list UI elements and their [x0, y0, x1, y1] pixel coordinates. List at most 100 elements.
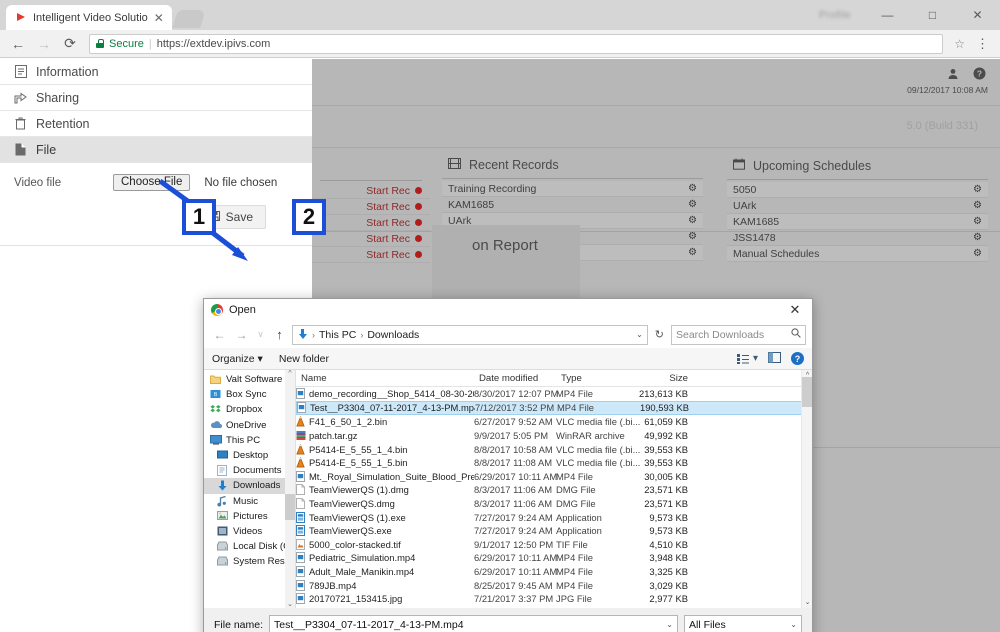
- file-type-value: All Files: [689, 618, 726, 631]
- view-options-button[interactable]: ▾: [736, 353, 758, 364]
- exe-file-icon: [296, 511, 305, 523]
- table-row[interactable]: 789JB.mp4 8/25/2017 9:45 AM MP4 File 3,029 …: [296, 578, 812, 592]
- tree-item-box-sync[interactable]: B Box Sync: [204, 387, 295, 402]
- tree-item-videos[interactable]: Videos: [204, 524, 295, 539]
- file-type: MP4 File: [556, 388, 593, 400]
- address-bar[interactable]: Secure | https://extdev.ipivs.com: [89, 33, 944, 54]
- close-window-button[interactable]: ✕: [955, 0, 1000, 30]
- documents-icon: [217, 465, 228, 477]
- back-icon[interactable]: ←: [6, 32, 30, 56]
- table-row[interactable]: patch.tar.gz 9/9/2017 5:05 PM WinRAR archi…: [296, 429, 812, 443]
- dmg-file-icon: [296, 498, 305, 510]
- column-header-date[interactable]: Date modified: [474, 373, 556, 384]
- filename-input[interactable]: Test__P3304_07-11-2017_4-13-PM.mp4 ⌄: [269, 615, 678, 632]
- column-header-type[interactable]: Type: [556, 373, 634, 384]
- table-row[interactable]: Adult_Male_Manikin.mp4 6/29/2017 10:11 AM…: [296, 565, 812, 579]
- file-type-filter[interactable]: All Files ⌄: [684, 615, 802, 632]
- tree-item-this-pc[interactable]: This PC: [204, 433, 295, 448]
- tree-item-valt-software[interactable]: Valt Software: [204, 372, 295, 387]
- tree-scroll-thumb[interactable]: [285, 493, 295, 520]
- table-row[interactable]: TeamViewerQS (1).exe 7/27/2017 9:24 AM App…: [296, 510, 812, 524]
- browser-tab[interactable]: Intelligent Video Solutio ✕: [6, 5, 172, 30]
- table-row[interactable]: TeamViewerQS.dmg 8/3/2017 11:06 AM DMG Fil…: [296, 497, 812, 511]
- file-date: 6/29/2017 10:11 AM: [474, 552, 558, 564]
- file-date: 8/25/2017 9:45 AM: [474, 579, 553, 591]
- profile-name[interactable]: Profile: [819, 10, 851, 21]
- tree-item-documents[interactable]: Documents: [204, 463, 295, 478]
- tree-scrollbar[interactable]: ^ ⌄: [285, 370, 295, 608]
- file-size: 3,948 KB: [649, 552, 688, 564]
- tree-item-system-reserved[interactable]: System Reserved: [204, 554, 295, 569]
- dialog-close-icon[interactable]: ✕: [778, 299, 812, 321]
- tree-item-onedrive[interactable]: OneDrive: [204, 418, 295, 433]
- bookmark-star-icon[interactable]: ☆: [950, 37, 969, 51]
- file-type: DMG File: [556, 498, 596, 510]
- file-date: 9/9/2017 5:05 PM: [474, 430, 549, 442]
- dialog-back-icon[interactable]: ←: [210, 325, 229, 344]
- tif-file-icon: [296, 538, 305, 550]
- tree-item-label: OneDrive: [226, 419, 267, 431]
- file-name: 5000_color-stacked.tif: [309, 538, 401, 550]
- desktop-icon: [217, 450, 228, 461]
- maximize-button[interactable]: □: [910, 0, 955, 30]
- dialog-help-icon[interactable]: ?: [791, 352, 804, 365]
- tree-scroll-down-icon[interactable]: ⌄: [287, 600, 293, 608]
- dialog-up-icon[interactable]: ↑: [270, 325, 289, 344]
- new-tab-button[interactable]: [171, 10, 206, 28]
- column-header-name[interactable]: Name: [296, 373, 474, 384]
- file-scroll-thumb[interactable]: [802, 377, 812, 408]
- table-row[interactable]: P5414-E_5_55_1_4.bin 8/8/2017 10:58 AM VLC…: [296, 442, 812, 456]
- table-row[interactable]: Test__P3304_07-11-2017_4-13-PM.mp4 7/12/2…: [296, 400, 812, 416]
- tab-close-icon[interactable]: ✕: [154, 12, 164, 24]
- table-row[interactable]: TeamViewerQS (1).dmg 8/3/2017 11:06 AM DMG…: [296, 483, 812, 497]
- file-type-caret-icon[interactable]: ⌄: [790, 620, 797, 629]
- table-row[interactable]: F41_6_50_1_2.bin 6/27/2017 9:52 AM VLC med…: [296, 415, 812, 429]
- file-size: 9,573 KB: [649, 525, 688, 537]
- chrome-menu-icon[interactable]: ⋮: [971, 37, 994, 50]
- refresh-icon[interactable]: ↻: [651, 328, 668, 341]
- reload-icon[interactable]: ⟳: [58, 32, 82, 56]
- tree-item-label: Pictures: [233, 510, 268, 522]
- file-scroll-down-icon[interactable]: ⌄: [802, 597, 812, 608]
- url-text: https://extdev.ipivs.com: [156, 37, 271, 50]
- table-row[interactable]: 20170721_153415.jpg 7/21/2017 3:37 PM JPG …: [296, 592, 812, 606]
- dialog-toolbar: Organize ▾ New folder ▾ ?: [204, 348, 812, 370]
- table-row[interactable]: demo_recording__Shop_5414_08-30-2017...8…: [296, 387, 812, 401]
- tree-item-dropbox[interactable]: Dropbox: [204, 402, 295, 417]
- callout-2-number: 2: [302, 204, 316, 229]
- tree-item-local-disk-c[interactable]: Local Disk (C:): [204, 539, 295, 554]
- tree-item-desktop[interactable]: Desktop: [204, 448, 295, 463]
- secure-label: Secure: [109, 37, 144, 50]
- table-row[interactable]: P5414-E_5_55_1_5.bin 8/8/2017 11:08 AM VLC…: [296, 456, 812, 470]
- table-row[interactable]: TeamViewerQS.exe 7/27/2017 9:24 AM Applica…: [296, 524, 812, 538]
- breadcrumb-sep-2: ›: [360, 329, 364, 340]
- column-header-size[interactable]: Size: [634, 373, 694, 384]
- videos-icon: [217, 526, 228, 537]
- search-downloads-box[interactable]: Search Downloads: [671, 324, 806, 345]
- file-list-scrollbar[interactable]: ^ ⌄: [801, 370, 812, 608]
- tree-item-music[interactable]: Music: [204, 494, 295, 509]
- breadcrumb-current[interactable]: Downloads: [367, 329, 419, 341]
- filename-caret-icon[interactable]: ⌄: [666, 620, 673, 629]
- mp4-file-icon: [296, 388, 305, 400]
- organize-button[interactable]: Organize ▾: [212, 353, 263, 365]
- ipivs-favicon: [15, 11, 27, 24]
- breadcrumb-caret-icon[interactable]: ⌄: [636, 330, 643, 339]
- file-date: 8/3/2017 11:06 AM: [474, 484, 553, 496]
- table-row[interactable]: Pediatric_Simulation.mp4 6/29/2017 10:11 …: [296, 551, 812, 565]
- breadcrumb[interactable]: › This PC › Downloads ⌄: [292, 324, 648, 345]
- table-row[interactable]: 5000_color-stacked.tif 9/1/2017 12:50 PM T…: [296, 538, 812, 552]
- box-sync-icon: B: [210, 389, 221, 400]
- tree-scroll-up-icon[interactable]: ^: [288, 370, 291, 377]
- dialog-recent-icon[interactable]: ∨: [254, 325, 267, 344]
- tree-item-downloads[interactable]: Downloads: [204, 478, 295, 494]
- preview-pane-icon[interactable]: [768, 351, 781, 366]
- minimize-button[interactable]: —: [865, 0, 910, 30]
- new-folder-button[interactable]: New folder: [279, 353, 329, 365]
- toolbar-right-group: ▾ ?: [736, 351, 804, 366]
- breadcrumb-root[interactable]: This PC: [319, 329, 356, 341]
- organize-label: Organize: [212, 352, 255, 365]
- disk-icon: [217, 556, 228, 567]
- table-row[interactable]: Mt._Royal_Simulation_Suite_Blood_Press..…: [296, 470, 812, 484]
- tree-item-pictures[interactable]: Pictures: [204, 509, 295, 524]
